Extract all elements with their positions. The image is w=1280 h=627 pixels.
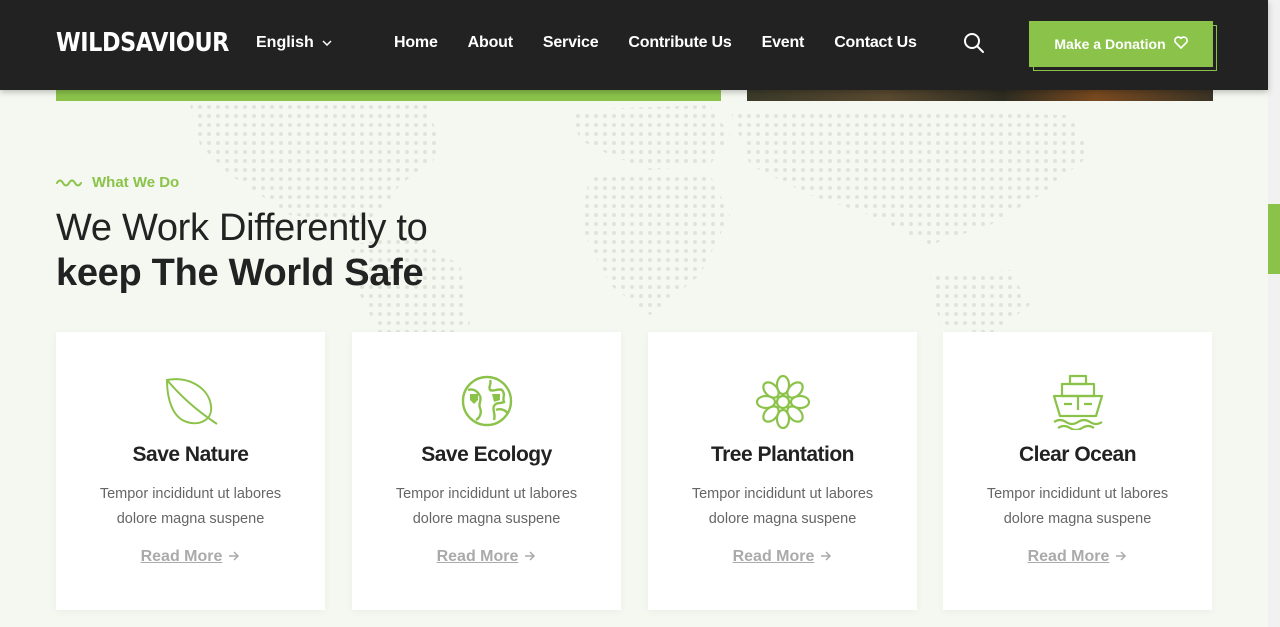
card-title: Tree Plantation xyxy=(710,443,855,466)
section-heading-line1: We Work Differently to xyxy=(56,207,428,249)
service-card-save-ecology: Save Ecology Tempor incididunt ut labore… xyxy=(352,332,621,610)
language-label: English xyxy=(256,34,314,51)
hero-green-strip xyxy=(56,90,721,101)
nav-home[interactable]: Home xyxy=(394,34,438,52)
card-description-line1: Tempor incididunt ut labores xyxy=(986,486,1169,502)
card-description: Tempor incididunt ut labores dolore magn… xyxy=(678,482,887,532)
arrow-right-icon xyxy=(228,548,240,566)
donate-label: Make a Donation xyxy=(1054,36,1166,52)
wave-icon xyxy=(56,174,84,191)
leaf-icon xyxy=(56,374,325,428)
service-card-save-nature: Save Nature Tempor incididunt ut labores… xyxy=(56,332,325,610)
card-description-line1: Tempor incididunt ut labores xyxy=(99,486,282,502)
card-title: Clear Ocean xyxy=(1018,443,1137,466)
read-more-label: Read More xyxy=(1027,548,1110,565)
card-description-line2: dolore magna suspene xyxy=(412,511,561,527)
card-description-line1: Tempor incididunt ut labores xyxy=(395,486,578,502)
card-description-line2: dolore magna suspene xyxy=(116,511,265,527)
flower-icon xyxy=(648,374,917,430)
nav-about[interactable]: About xyxy=(468,34,513,52)
read-more-label: Read More xyxy=(732,548,815,565)
chevron-down-icon xyxy=(322,40,332,46)
search-icon[interactable] xyxy=(963,32,985,59)
section-eyebrow: What We Do xyxy=(56,174,179,191)
nav-contribute-us[interactable]: Contribute Us xyxy=(628,34,731,52)
make-donation-button[interactable]: Make a Donation xyxy=(1029,21,1213,67)
globe-icon xyxy=(352,374,621,428)
arrow-right-icon xyxy=(820,548,832,566)
card-description-line2: dolore magna suspene xyxy=(1003,511,1152,527)
card-description-line1: Tempor incididunt ut labores xyxy=(691,486,874,502)
nav-service[interactable]: Service xyxy=(543,34,599,52)
heart-icon xyxy=(1173,36,1188,52)
nav-event[interactable]: Event xyxy=(762,34,805,52)
arrow-right-icon xyxy=(524,548,536,566)
service-card-clear-ocean: Clear Ocean Tempor incididunt ut labores… xyxy=(943,332,1212,610)
site-header: WILDSAVIOUR English Home About Service C… xyxy=(0,0,1268,90)
card-description-line2: dolore magna suspene xyxy=(708,511,857,527)
read-more-link[interactable]: Read More xyxy=(943,548,1212,566)
language-selector[interactable]: English xyxy=(256,34,332,52)
eyebrow-label: What We Do xyxy=(92,174,180,191)
card-description: Tempor incididunt ut labores dolore magn… xyxy=(86,482,295,532)
read-more-link[interactable]: Read More xyxy=(56,548,325,566)
nav-contact-us[interactable]: Contact Us xyxy=(834,34,917,52)
read-more-link[interactable]: Read More xyxy=(352,548,621,566)
read-more-link[interactable]: Read More xyxy=(648,548,917,566)
hero-image-strip xyxy=(747,90,1213,101)
scrollbar-thumb[interactable] xyxy=(1268,204,1280,274)
read-more-label: Read More xyxy=(140,548,223,565)
page-scrollbar[interactable] xyxy=(1268,0,1280,627)
donate-button-wrapper: Make a Donation xyxy=(1029,21,1217,71)
service-card-tree-plantation: Tree Plantation Tempor incididunt ut lab… xyxy=(648,332,917,610)
card-description: Tempor incididunt ut labores dolore magn… xyxy=(382,482,591,532)
arrow-right-icon xyxy=(1115,548,1127,566)
card-title: Save Ecology xyxy=(421,443,552,466)
site-logo[interactable]: WILDSAVIOUR xyxy=(56,28,229,58)
read-more-label: Read More xyxy=(436,548,519,565)
main-nav: Home About Service Contribute Us Event C… xyxy=(394,34,947,52)
ship-icon xyxy=(943,374,1212,430)
section-heading-line2: keep The World Safe xyxy=(56,252,424,294)
card-title: Save Nature xyxy=(132,443,249,466)
card-description: Tempor incididunt ut labores dolore magn… xyxy=(973,482,1182,532)
